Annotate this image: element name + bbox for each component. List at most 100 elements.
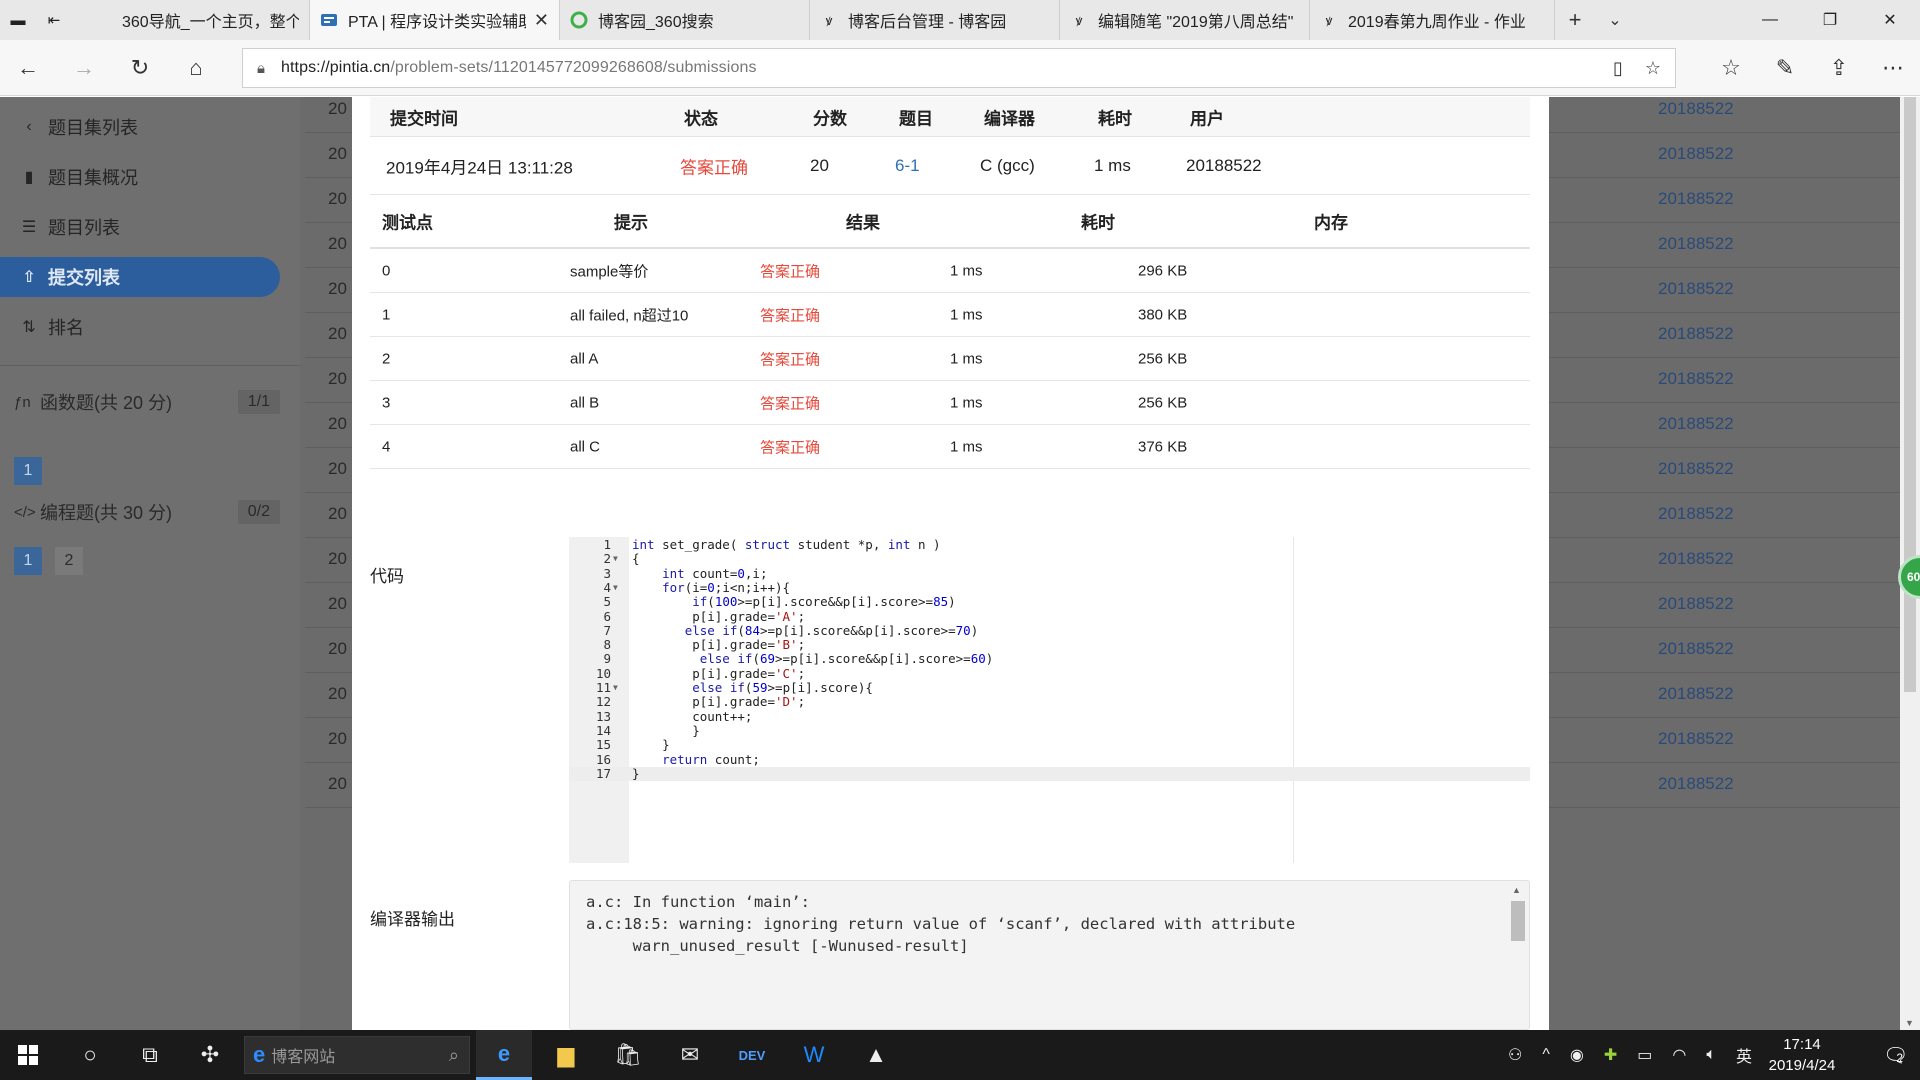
tab-cnblogs-edit[interactable]: ꝟ 编辑随笔 "2019第八周总结"	[1060, 0, 1310, 40]
code-viewer[interactable]: 1 int set_grade( struct student *p, int n…	[569, 537, 1530, 863]
ime-indicator[interactable]: 英	[1736, 1043, 1752, 1067]
show-hidden-icons-icon[interactable]: ^	[1542, 1046, 1550, 1064]
background-user-link[interactable]: 20188522	[1658, 549, 1734, 569]
task-view-icon[interactable]: ⧉	[122, 1030, 178, 1080]
background-user-link[interactable]: 20188522	[1658, 594, 1734, 614]
back-icon[interactable]: ←	[0, 40, 56, 96]
chevron-down-icon[interactable]: ⌄	[1595, 0, 1635, 40]
store-icon[interactable]: 🛍︎	[600, 1030, 656, 1080]
notification-center-icon[interactable]: 🗨︎ 2	[1866, 1030, 1920, 1080]
volume-icon[interactable]: 🔈︎	[1706, 1046, 1716, 1064]
line-number: 4	[603, 579, 611, 595]
problem-box[interactable]: 1	[14, 547, 42, 575]
background-user-link[interactable]: 20188522	[1658, 369, 1734, 389]
favorites-list-icon[interactable]: ☆	[1704, 40, 1758, 96]
background-user-link[interactable]: 20188522	[1658, 279, 1734, 299]
book-icon: ▮	[24, 169, 34, 186]
sidebar-item-problem-sets[interactable]: ‹ 题目集列表	[0, 107, 290, 147]
background-user-link[interactable]: 20188522	[1658, 189, 1734, 209]
compiler-output-box[interactable]: a.c: In function ‘main’: a.c:18:5: warni…	[569, 880, 1530, 1030]
background-user-link[interactable]: 20188522	[1658, 414, 1734, 434]
scroll-down-icon[interactable]: ▼	[1905, 1018, 1914, 1028]
sidebar-item-overview[interactable]: ▮ 题目集概况	[0, 157, 290, 197]
forward-icon[interactable]: →	[56, 40, 112, 96]
problem-link[interactable]: 6-1	[895, 156, 920, 176]
tab-cnblogs-admin[interactable]: ꝟ 博客后台管理 - 博客园	[810, 0, 1060, 40]
new-tab-icon[interactable]: +	[1555, 0, 1595, 40]
sidebar-item-submissions[interactable]: ⇧ 提交列表	[0, 257, 280, 297]
taskbar-clock[interactable]: 17:14 2019/4/24	[1752, 1034, 1852, 1076]
scroll-up-icon[interactable]: ▲	[1512, 885, 1521, 895]
code-text: p[i].grade='D';	[632, 694, 806, 710]
group-progress: 0/2	[237, 500, 280, 524]
battery-icon[interactable]: ▭	[1637, 1045, 1652, 1065]
tab-360-search[interactable]: 博客园_360搜索	[560, 0, 810, 40]
background-user-link[interactable]: 20188522	[1658, 234, 1734, 254]
share-icon[interactable]: ⇪	[1812, 40, 1866, 96]
home-icon[interactable]: ⌂	[168, 40, 224, 96]
background-user-link[interactable]: 20188522	[1658, 459, 1734, 479]
background-user-link[interactable]: 20188522	[1658, 729, 1734, 749]
code-line: 2 ▼ {	[569, 551, 1530, 566]
background-user-link[interactable]: 20188522	[1658, 639, 1734, 659]
set-aside-tabs-icon[interactable]: ⇤	[36, 0, 72, 40]
photos-icon[interactable]: ▲	[848, 1030, 904, 1080]
qq-icon[interactable]: ◉	[1570, 1045, 1584, 1065]
scrollbar-thumb[interactable]	[1511, 901, 1525, 941]
code-text: p[i].grade='C';	[632, 665, 806, 681]
edge-browser-icon[interactable]: e	[476, 1030, 532, 1080]
wifi-icon[interactable]: ◠	[1672, 1045, 1686, 1065]
reading-view-icon[interactable]: ▯	[1613, 58, 1623, 79]
tab-homework[interactable]: ꝟ 2019春第九周作业 - 作业	[1310, 0, 1555, 40]
background-user-link[interactable]: 20188522	[1658, 99, 1734, 119]
background-user-link[interactable]: 20188522	[1658, 324, 1734, 344]
testcase-hint: all C	[570, 438, 601, 455]
background-user-link[interactable]: 20188522	[1658, 504, 1734, 524]
compiler-output-scrollbar[interactable]: ▲	[1509, 883, 1527, 1029]
submission-table-header: 提交时间 状态 分数 题目 编译器 耗时 用户	[370, 97, 1530, 137]
people-icon[interactable]: ⚇	[1508, 1045, 1522, 1065]
favorite-star-icon[interactable]: ☆	[1645, 58, 1661, 79]
tab-360-nav[interactable]: 360导航_一个主页，整个世界	[72, 0, 310, 40]
page-content: ‹ 题目集列表 ▮ 题目集概况 ☰ 题目列表 ⇧ 提交列表 ⇅ 排名 ƒn 函数…	[0, 97, 1920, 1030]
tab-pta[interactable]: PTA | 程序设计类实验辅助教学平台 ✕	[310, 0, 560, 40]
refresh-icon[interactable]: ↻	[112, 40, 168, 96]
code-line: 9 else if(69>=p[i].score&&p[i].score>=60…	[569, 652, 1530, 667]
problem-box[interactable]: 1	[14, 457, 42, 485]
cortana-icon[interactable]: ○	[62, 1030, 118, 1080]
testcase-result: 答案正确	[760, 351, 821, 368]
code-line: 1 int set_grade( struct student *p, int n…	[569, 537, 1530, 552]
more-icon[interactable]: ⋯	[1866, 40, 1920, 96]
fold-toggle-icon[interactable]: ▼	[613, 681, 623, 695]
browser-tab-bar: ▬ ⇤ 360导航_一个主页，整个世界 PTA | 程序设计类实验辅助教学平台 …	[0, 0, 1920, 40]
background-user-link[interactable]: 20188522	[1658, 144, 1734, 164]
restore-icon[interactable]: ❐	[1800, 0, 1860, 40]
scrollbar-thumb[interactable]	[1904, 97, 1916, 692]
windows-start-icon[interactable]	[0, 1030, 56, 1080]
mail-icon[interactable]: ✉	[662, 1030, 718, 1080]
sidebar-item-problems[interactable]: ☰ 题目列表	[0, 207, 290, 247]
testcase-hint: all B	[570, 394, 600, 411]
file-explorer-icon[interactable]: ▆	[538, 1030, 594, 1080]
taskbar-search-box[interactable]: e 博客网站 ⌕	[244, 1036, 470, 1074]
tab-actions-icon[interactable]: ▬	[0, 0, 36, 40]
pen-icon[interactable]: ✎	[1758, 40, 1812, 96]
fold-toggle-icon[interactable]: ▼	[613, 581, 623, 595]
dev-cpp-icon[interactable]: DEV	[724, 1030, 780, 1080]
code-label: 代码	[370, 567, 404, 586]
pinwheel-app-icon[interactable]: ✣	[182, 1030, 238, 1080]
fold-toggle-icon[interactable]: ▼	[613, 552, 623, 566]
360-security-icon[interactable]: ✚	[1604, 1045, 1617, 1065]
tab-label: 博客后台管理 - 博客园	[848, 14, 1007, 31]
problem-box[interactable]: 2	[55, 547, 83, 575]
minimize-icon[interactable]: —	[1740, 0, 1800, 40]
wps-icon[interactable]: W	[786, 1030, 842, 1080]
close-tab-icon[interactable]: ✕	[534, 10, 549, 31]
code-text: return count;	[662, 751, 760, 767]
code-text: }	[632, 737, 670, 753]
background-user-link[interactable]: 20188522	[1658, 774, 1734, 794]
address-bar[interactable]: 🔒︎ https://pintia.cn/problem-sets/112014…	[242, 48, 1676, 88]
sidebar-item-ranking[interactable]: ⇅ 排名	[0, 307, 290, 347]
background-user-link[interactable]: 20188522	[1658, 684, 1734, 704]
close-window-icon[interactable]: ✕	[1860, 0, 1920, 40]
